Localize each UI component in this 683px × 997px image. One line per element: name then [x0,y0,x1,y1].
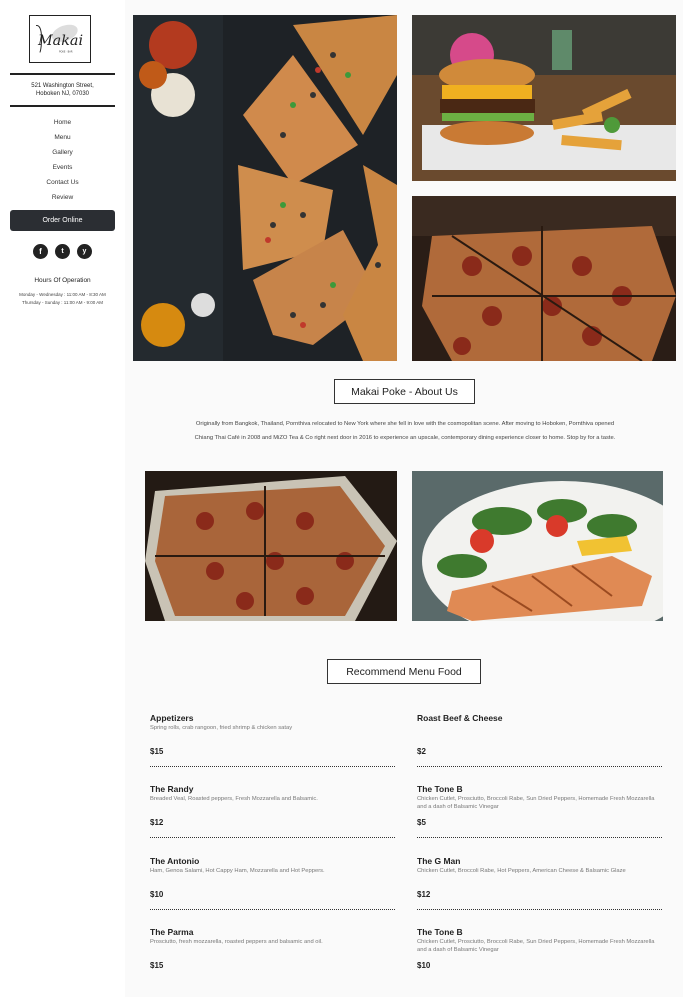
menu-item-price: $10 [417,961,431,970]
nav-menu[interactable]: Menu [10,130,115,145]
salmon-salad-photo [412,471,663,621]
menu-item[interactable]: Roast Beef & Cheese $2 [417,713,662,768]
menu-item-name: The Antonio [150,856,200,866]
nav-home[interactable]: Home [10,115,115,130]
nav-review[interactable]: Review [10,190,115,205]
menu-item-desc: Ham, Genoa Salami, Hot Cappy Ham, Mozzar… [150,868,325,874]
menu-item-desc: Chicken Cutlet, Prosciutto, Broccoli Rab… [417,796,655,810]
facebook-icon[interactable]: f [33,244,48,259]
menu-item-name: The Parma [150,927,194,937]
divider [10,105,115,107]
menu-item-desc: Chicken Cutlet, Prosciutto, Broccoli Rab… [417,939,655,953]
logo-mark: Makai POKE · BAR [35,24,83,53]
order-online-button[interactable]: Order Online [10,210,115,231]
logo[interactable]: Makai POKE · BAR [29,15,91,63]
menu-item-desc: Chicken Cutlet, Broccoli Rabe, Hot Peppe… [417,868,626,874]
menu-item[interactable]: The G Man Chicken Cutlet, Broccoli Rabe,… [417,856,662,911]
menu-item-desc: Spring rolls, crab rangoon, fried shrimp… [150,725,293,731]
menu-item-price: $12 [417,890,431,899]
nav-contact-us[interactable]: Contact Us [10,175,115,190]
menu-item[interactable]: The Randy Breaded Veal, Roasted peppers,… [150,784,395,839]
address-line-2: Hoboken NJ, 07030 [35,91,90,97]
nav-events[interactable]: Events [10,160,115,175]
about-title: Makai Poke - About Us [334,379,475,404]
menu-item-desc: Breaded Veal, Roasted peppers, Fresh Moz… [150,796,318,802]
hours-title: Hours Of Operation [34,277,91,284]
divider [150,909,395,910]
menu-item-desc: Prosciutto, fresh mozzarella, roasted pe… [150,939,323,945]
menu-item-name: The Randy [150,784,194,794]
hours-line-1: Monday - Wednesday : 11:00 AM - 8:30 AM [19,292,106,297]
hours-line-2: Thursday - Sunday : 11:00 AM - 9:00 AM [22,300,103,305]
menu-item[interactable]: The Tone B Chicken Cutlet, Prosciutto, B… [417,784,662,839]
menu-item-price: $12 [150,818,164,827]
pizza-slices-photo [133,15,397,361]
about-text: Originally from Bangkok, Thailand, Pornt… [194,421,616,441]
menu-title: Recommend Menu Food [327,659,481,684]
menu-item[interactable]: The Parma Prosciutto, fresh mozzarella, … [150,927,395,982]
menu-item-price: $10 [150,890,164,899]
menu-item-price: $5 [417,818,426,827]
sidebar: Makai POKE · BAR 521 Washington Street, … [0,0,125,997]
yelp-icon[interactable]: y [77,244,92,259]
twitter-icon[interactable]: t [55,244,70,259]
burger-photo [412,15,676,181]
menu-item-name: The Tone B [417,784,463,794]
divider [10,73,115,75]
pizza-board-photo [145,471,397,621]
logo-sub: POKE · BAR [59,50,73,53]
divider [417,766,662,767]
divider [150,766,395,767]
address: 521 Washington Street, Hoboken NJ, 07030 [10,82,115,98]
menu-item[interactable]: Appetizers Spring rolls, crab rangoon, f… [150,713,395,768]
logo-text: Makai [37,33,83,49]
pepperoni-pizza-photo [412,196,676,361]
divider [417,909,662,910]
menu-item-name: The G Man [417,856,461,866]
nav-gallery[interactable]: Gallery [10,145,115,160]
menu-item-name: The Tone B [417,927,463,937]
menu-item-price: $2 [417,747,426,756]
main-nav: Home Menu Gallery Events Contact Us Revi… [10,115,115,205]
menu-item-name: Roast Beef & Cheese [417,713,503,723]
menu-item[interactable]: The Antonio Ham, Genoa Salami, Hot Cappy… [150,856,395,911]
divider [150,837,395,838]
menu-item-name: Appetizers [150,713,194,723]
menu-item[interactable]: The Tone B Chicken Cutlet, Prosciutto, B… [417,927,662,982]
menu-item-price: $15 [150,747,164,756]
divider [417,837,662,838]
address-line-1: 521 Washington Street, [31,83,94,89]
menu-item-price: $15 [150,961,164,970]
